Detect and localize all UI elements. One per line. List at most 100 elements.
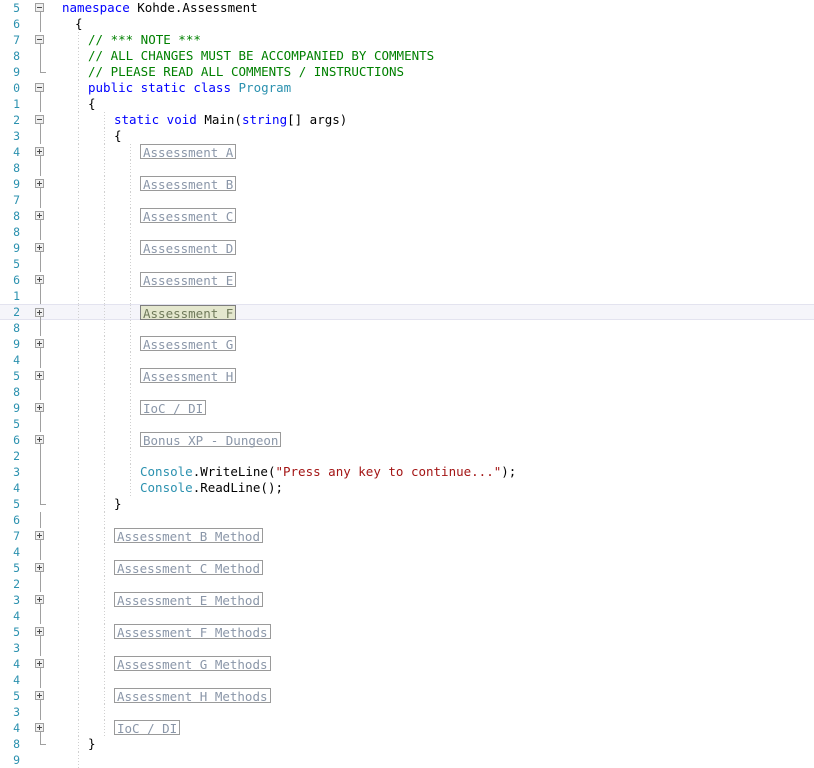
- plus-box-icon[interactable]: [35, 627, 44, 636]
- fold-margin[interactable]: [30, 160, 52, 176]
- editor-line[interactable]: 5 Assessment H: [0, 368, 814, 384]
- collapsed-region-box[interactable]: Assessment E: [140, 272, 237, 288]
- editor-line[interactable]: 7 // *** NOTE ***: [0, 32, 814, 48]
- plus-box-icon[interactable]: [35, 147, 44, 156]
- plus-box-icon[interactable]: [35, 243, 44, 252]
- fold-margin[interactable]: [30, 320, 52, 336]
- fold-margin[interactable]: [30, 704, 52, 720]
- collapsed-region-box[interactable]: Assessment H: [140, 368, 237, 384]
- editor-line[interactable]: 8: [0, 224, 814, 240]
- fold-margin[interactable]: [30, 416, 52, 432]
- fold-margin[interactable]: [30, 400, 52, 416]
- fold-margin[interactable]: [30, 48, 52, 64]
- fold-margin[interactable]: [30, 688, 52, 704]
- fold-margin[interactable]: [30, 576, 52, 592]
- fold-margin[interactable]: [30, 272, 52, 288]
- plus-box-icon[interactable]: [35, 563, 44, 572]
- fold-margin[interactable]: [30, 96, 52, 112]
- plus-box-icon[interactable]: [35, 659, 44, 668]
- editor-line[interactable]: 8: [0, 384, 814, 400]
- minus-box-icon[interactable]: [35, 115, 44, 124]
- fold-margin[interactable]: [30, 640, 52, 656]
- fold-margin[interactable]: [30, 208, 52, 224]
- fold-margin[interactable]: [30, 176, 52, 192]
- fold-margin[interactable]: [30, 592, 52, 608]
- fold-margin[interactable]: [30, 496, 52, 512]
- editor-line[interactable]: 5 Assessment H Methods: [0, 688, 814, 704]
- collapsed-region-box[interactable]: Assessment B Method: [114, 528, 263, 544]
- editor-line[interactable]: 9: [0, 752, 814, 768]
- fold-margin[interactable]: [30, 192, 52, 208]
- editor-line[interactable]: 4 IoC / DI: [0, 720, 814, 736]
- editor-line[interactable]: 7: [0, 192, 814, 208]
- fold-margin[interactable]: [30, 240, 52, 256]
- editor-line[interactable]: 3 Assessment E Method: [0, 592, 814, 608]
- editor-line[interactable]: 8: [0, 320, 814, 336]
- editor-line[interactable]: 8}: [0, 736, 814, 752]
- fold-margin[interactable]: [30, 336, 52, 352]
- collapsed-region-box[interactable]: Assessment C: [140, 208, 237, 224]
- editor-line[interactable]: 6 Bonus XP - Dungeon: [0, 432, 814, 448]
- fold-margin[interactable]: [30, 656, 52, 672]
- plus-box-icon[interactable]: [35, 211, 44, 220]
- collapsed-region-box[interactable]: IoC / DI: [140, 400, 207, 416]
- collapsed-region-box[interactable]: Assessment F Methods: [114, 624, 271, 640]
- editor-line[interactable]: 5: [0, 256, 814, 272]
- collapsed-region-box[interactable]: Bonus XP - Dungeon: [140, 432, 282, 448]
- editor-line[interactable]: 5}: [0, 496, 814, 512]
- editor-line[interactable]: 9 Assessment G: [0, 336, 814, 352]
- fold-margin[interactable]: [30, 544, 52, 560]
- minus-box-icon[interactable]: [35, 35, 44, 44]
- editor-line[interactable]: 6 Assessment E: [0, 272, 814, 288]
- editor-line[interactable]: 9 Assessment D: [0, 240, 814, 256]
- fold-margin[interactable]: [30, 384, 52, 400]
- collapsed-region-box[interactable]: Assessment F: [140, 305, 237, 321]
- editor-line[interactable]: 9 Assessment B: [0, 176, 814, 192]
- plus-box-icon[interactable]: [35, 179, 44, 188]
- fold-margin[interactable]: [30, 736, 52, 752]
- editor-line[interactable]: 0 public static class Program: [0, 80, 814, 96]
- collapsed-region-box[interactable]: Assessment B: [140, 176, 237, 192]
- plus-box-icon[interactable]: [35, 275, 44, 284]
- editor-line[interactable]: 2 static void Main(string[] args): [0, 112, 814, 128]
- collapsed-region-box[interactable]: Assessment G Methods: [114, 656, 271, 672]
- plus-box-icon[interactable]: [35, 691, 44, 700]
- plus-box-icon[interactable]: [35, 435, 44, 444]
- minus-box-icon[interactable]: [35, 3, 44, 12]
- collapsed-region-box[interactable]: Assessment C Method: [114, 560, 263, 576]
- editor-line[interactable]: 9 IoC / DI: [0, 400, 814, 416]
- editor-line[interactable]: 7 Assessment B Method: [0, 528, 814, 544]
- plus-box-icon[interactable]: [35, 403, 44, 412]
- editor-line[interactable]: 9 // PLEASE READ ALL COMMENTS / INSTRUCTI…: [0, 64, 814, 80]
- collapsed-region-box[interactable]: Assessment H Methods: [114, 688, 271, 704]
- fold-margin[interactable]: [30, 512, 52, 528]
- plus-box-icon[interactable]: [35, 308, 44, 317]
- editor-line[interactable]: 2: [0, 448, 814, 464]
- fold-margin[interactable]: [30, 368, 52, 384]
- fold-margin[interactable]: [30, 480, 52, 496]
- fold-margin[interactable]: [30, 528, 52, 544]
- editor-line[interactable]: 4 Console.ReadLine();: [0, 480, 814, 496]
- editor-line[interactable]: 2: [0, 576, 814, 592]
- editor-line[interactable]: 5 Assessment F Methods: [0, 624, 814, 640]
- fold-margin[interactable]: [30, 224, 52, 240]
- fold-margin[interactable]: [30, 352, 52, 368]
- code-editor-surface[interactable]: 5 namespace Kohde.Assessment 6{7// *** NOT…: [0, 0, 814, 768]
- fold-margin[interactable]: [30, 448, 52, 464]
- editor-line[interactable]: 4: [0, 544, 814, 560]
- fold-margin[interactable]: [30, 288, 52, 304]
- collapsed-region-box[interactable]: Assessment E Method: [114, 592, 263, 608]
- fold-margin[interactable]: [30, 128, 52, 144]
- editor-line[interactable]: 3: [0, 704, 814, 720]
- plus-box-icon[interactable]: [35, 371, 44, 380]
- editor-line[interactable]: 1: [0, 288, 814, 304]
- plus-box-icon[interactable]: [35, 531, 44, 540]
- editor-line[interactable]: 5 namespace Kohde.Assessment: [0, 0, 814, 16]
- editor-line[interactable]: 8 // ALL CHANGES MUST BE ACCOMPANIED BY C…: [0, 48, 814, 64]
- editor-line[interactable]: 3 Console.WriteLine("Press any key to con…: [0, 464, 814, 480]
- editor-line[interactable]: 6{: [0, 16, 814, 32]
- editor-line[interactable]: 2 Assessment F: [0, 304, 814, 321]
- minus-box-icon[interactable]: [35, 83, 44, 92]
- fold-margin[interactable]: [30, 624, 52, 640]
- fold-margin[interactable]: [30, 560, 52, 576]
